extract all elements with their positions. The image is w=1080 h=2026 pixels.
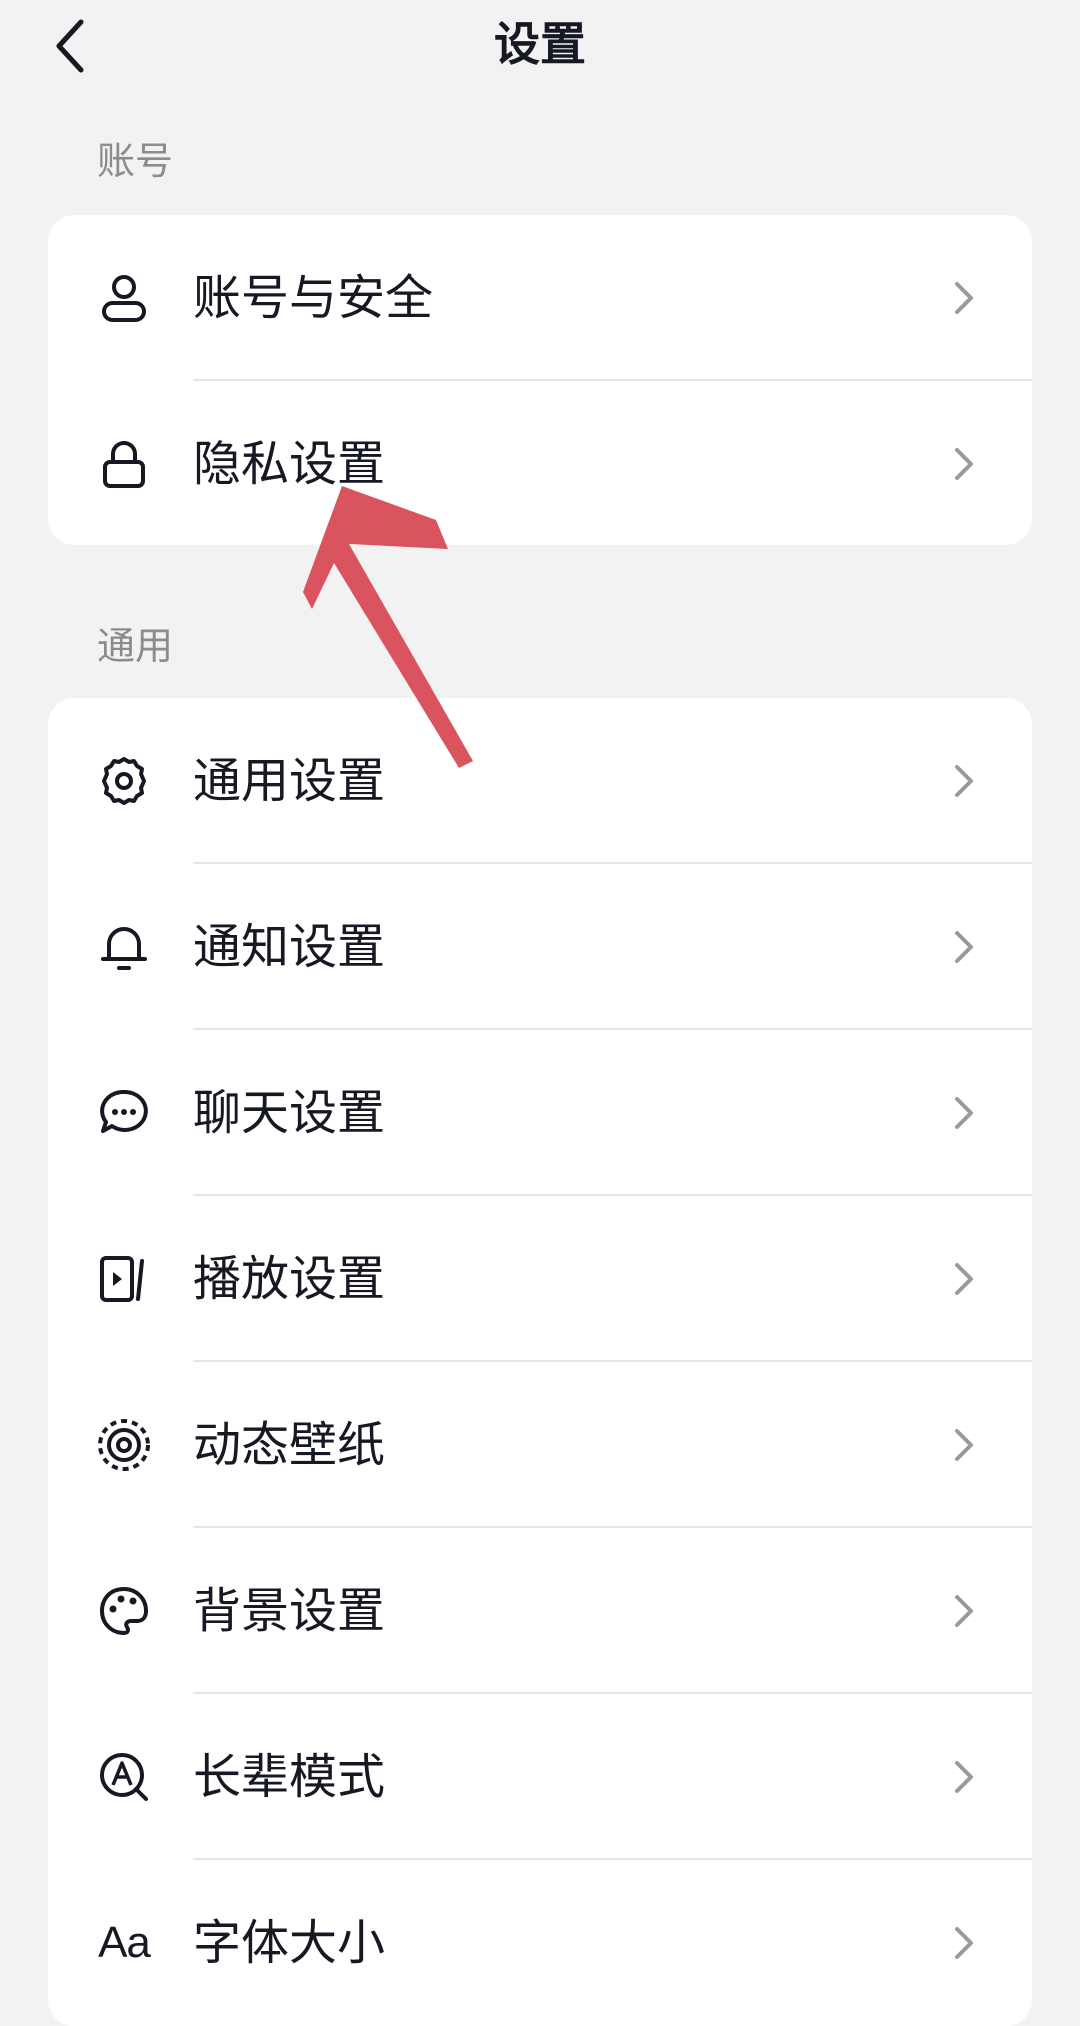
lock-icon [96,436,152,492]
settings-item-background[interactable]: 背景设置 [48,1528,1032,1694]
chat-bubble-icon [96,1085,152,1141]
chevron-right-icon [955,1097,973,1129]
general-card: 通用设置 通知设置 聊天设置 播放设置 动态壁纸 背景设置 长辈模式 Aa 字体… [48,698,1032,2026]
play-icon [96,1251,152,1307]
settings-item-label: 播放设置 [193,1251,386,1307]
chevron-right-icon [955,282,973,314]
chevron-right-icon [955,1263,973,1295]
settings-item-label: 聊天设置 [193,1085,386,1141]
bell-icon [96,919,152,975]
chevron-right-icon [955,1761,973,1793]
settings-item-privacy[interactable]: 隐私设置 [48,381,1032,545]
live-wallpaper-icon [96,1417,152,1473]
settings-item-label: 账号与安全 [193,270,434,326]
chevron-right-icon [955,448,973,480]
gear-icon [96,753,152,809]
settings-item-label: 字体大小 [193,1915,386,1971]
settings-item-chat[interactable]: 聊天设置 [48,1030,1032,1196]
settings-item-label: 通知设置 [193,919,386,975]
settings-item-label: 通用设置 [193,753,386,809]
chevron-right-icon [955,1595,973,1627]
chevron-right-icon [955,931,973,963]
settings-item-elder-mode[interactable]: 长辈模式 [48,1694,1032,1860]
palette-icon [96,1583,152,1639]
account-card: 账号与安全 隐私设置 [48,215,1032,545]
chevron-right-icon [955,1927,973,1959]
settings-item-label: 隐私设置 [193,436,386,492]
back-button[interactable] [44,12,96,80]
settings-item-general[interactable]: 通用设置 [48,698,1032,864]
section-label-general: 通用 [97,624,174,668]
elder-mode-icon [96,1749,152,1805]
chevron-right-icon [955,765,973,797]
settings-item-font-size[interactable]: Aa 字体大小 [48,1860,1032,2026]
settings-item-label: 长辈模式 [193,1749,386,1805]
page-title: 设置 [494,17,586,71]
settings-item-notifications[interactable]: 通知设置 [48,864,1032,1030]
user-icon [96,270,152,326]
chevron-left-icon [56,19,84,73]
section-label-account: 账号 [97,139,174,183]
settings-item-label: 背景设置 [193,1583,386,1639]
settings-item-live-wallpaper[interactable]: 动态壁纸 [48,1362,1032,1528]
settings-item-playback[interactable]: 播放设置 [48,1196,1032,1362]
settings-item-account-security[interactable]: 账号与安全 [48,215,1032,381]
navigation-bar: 设置 [0,0,1080,92]
settings-item-label: 动态壁纸 [193,1417,386,1473]
font-size-icon: Aa [98,1918,151,1967]
chevron-right-icon [955,1429,973,1461]
